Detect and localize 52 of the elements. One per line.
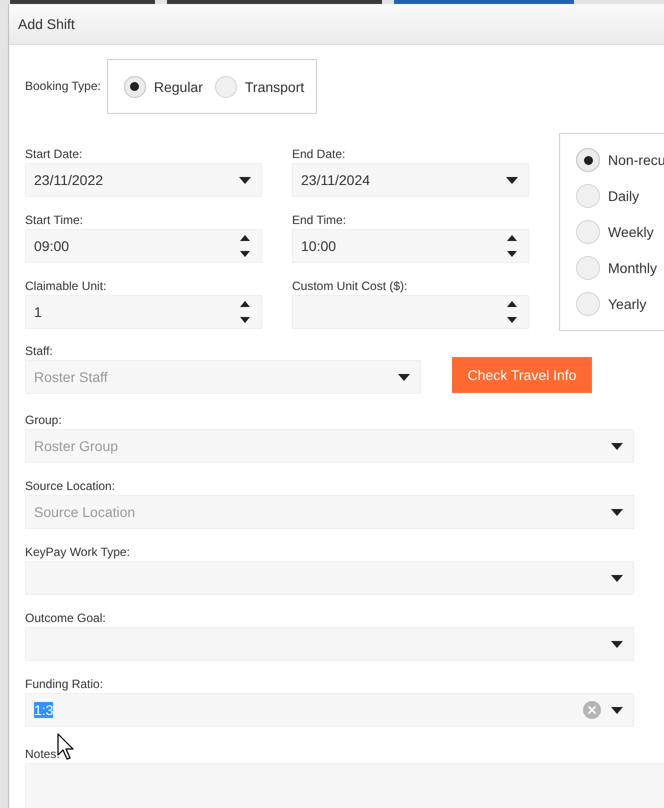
radio-option[interactable]: Transport (214, 76, 304, 98)
clear-icon[interactable] (583, 701, 601, 719)
field-value: 09:00 (34, 238, 70, 254)
caret-icon (398, 374, 410, 380)
field-label: End Date: (292, 146, 346, 163)
radio-option[interactable]: Weekly (576, 220, 664, 244)
selected-value: 1:3 (34, 702, 54, 718)
date-picker[interactable]: 23/11/2022 (25, 163, 262, 197)
field-label: Source Location: (25, 478, 116, 495)
field-label: Notes: (25, 746, 60, 763)
field-label: Claimable Unit: (25, 278, 106, 295)
field-label: Custom Unit Cost ($): (292, 278, 408, 295)
field-label: Start Date: (25, 146, 82, 163)
number-field[interactable]: 09:00 (25, 229, 262, 263)
spinner-icon[interactable] (239, 234, 251, 258)
date-picker[interactable]: 23/11/2024 (292, 163, 529, 197)
field-label: Booking Type: (25, 78, 101, 95)
field-label: Staff: (25, 343, 53, 360)
field-value: 23/11/2024 (301, 172, 372, 188)
field-label: KeyPay Work Type: (25, 544, 130, 561)
field-label: End Time: (292, 212, 346, 229)
field-label: Outcome Goal: (25, 610, 106, 627)
caret-icon (506, 176, 518, 184)
spinner-icon[interactable] (506, 300, 518, 324)
number-field[interactable]: 10:00 (292, 229, 529, 263)
radio-option[interactable]: Regular (124, 76, 203, 98)
caret-icon (611, 706, 623, 714)
placeholder-text: Source Location (34, 504, 136, 520)
radio-option[interactable]: Yearly (576, 292, 664, 316)
placeholder-text: Roster Staff (34, 369, 109, 385)
caret-icon (611, 640, 623, 648)
placeholder-text: Roster Group (34, 438, 120, 454)
radio-option[interactable]: Daily (576, 184, 664, 208)
dialog-title: Add Shift (18, 16, 75, 32)
spinner-icon[interactable] (239, 300, 251, 324)
dropdown[interactable] (25, 561, 634, 595)
field-label: Funding Ratio: (25, 676, 104, 693)
radio-option[interactable]: Monthly (576, 256, 664, 280)
field-label: Start Time: (25, 212, 84, 229)
field-label: Group: (25, 412, 62, 429)
cursor-icon (57, 733, 75, 761)
number-field[interactable]: 1 (25, 295, 262, 329)
caret-icon (611, 442, 623, 450)
spinner-icon[interactable] (506, 234, 518, 258)
caret-icon (611, 574, 623, 582)
caret-icon (239, 176, 251, 184)
caret-icon (611, 508, 623, 516)
field-value: 23/11/2022 (34, 172, 104, 188)
dropdown[interactable] (25, 627, 634, 661)
field-value: 1 (34, 304, 43, 320)
number-field[interactable] (292, 295, 529, 329)
field-value: 10:00 (301, 238, 338, 254)
